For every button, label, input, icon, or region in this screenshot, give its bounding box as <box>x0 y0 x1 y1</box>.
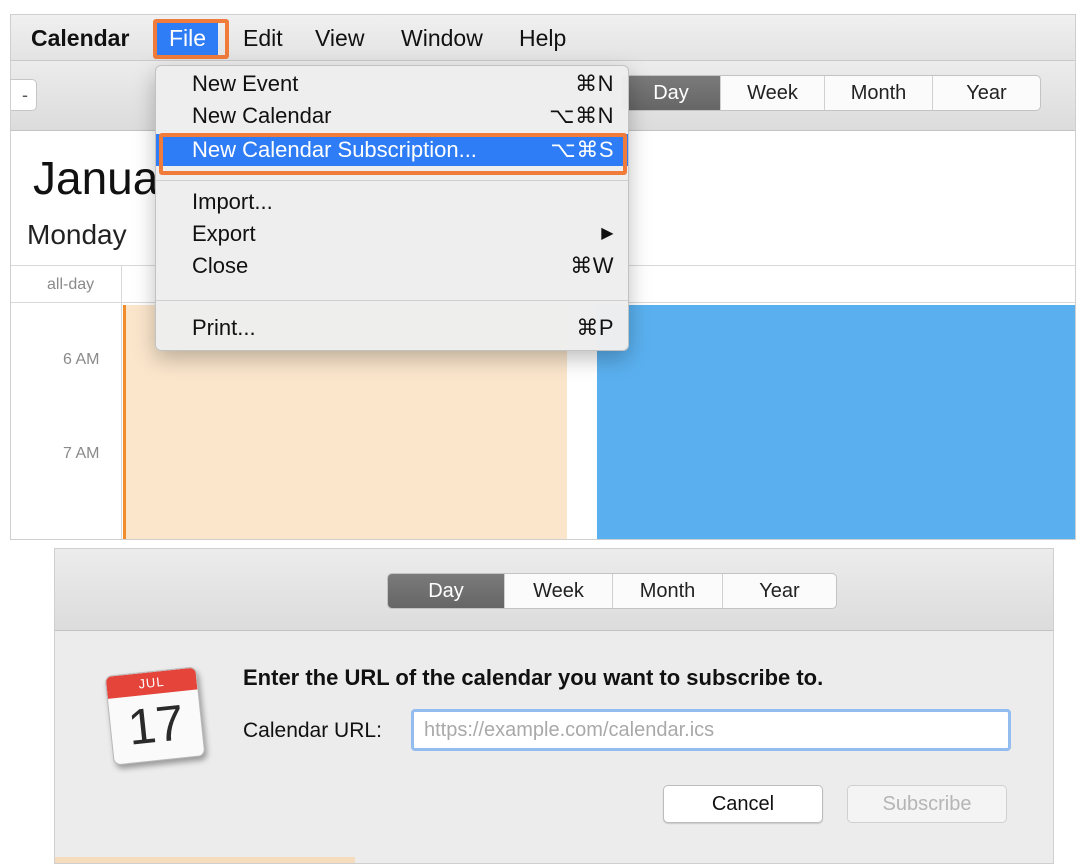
calendar-url-input[interactable] <box>411 709 1011 751</box>
annotation-highlight-subscription-item <box>159 133 627 175</box>
menu-item-new-calendar[interactable]: New Calendar ⌥⌘N <box>156 100 628 132</box>
menu-item-new-event[interactable]: New Event ⌘N <box>156 68 628 100</box>
view-year-button[interactable]: Year <box>722 574 836 608</box>
shortcut-label: ⌘N <box>575 71 614 96</box>
hour-label: 7 AM <box>63 445 100 462</box>
menu-edit[interactable]: Edit <box>243 23 283 53</box>
shortcut-label: ⌥⌘N <box>549 103 614 128</box>
calendar-app-icon: JUL 17 <box>104 666 206 766</box>
menu-item-import[interactable]: Import... <box>156 186 628 218</box>
file-menu-dropdown: New Event ⌘N New Calendar ⌥⌘N New Calend… <box>155 65 629 351</box>
subscription-dialog-screenshot: Day Week Month Year JUL 17 Enter the URL… <box>54 548 1054 864</box>
view-year-button[interactable]: Year <box>932 76 1040 110</box>
view-switcher: Day Week Month Year <box>387 573 837 609</box>
view-week-button[interactable]: Week <box>504 574 612 608</box>
menu-separator <box>156 180 628 181</box>
menu-item-close[interactable]: Close ⌘W <box>156 250 628 282</box>
menu-app-calendar[interactable]: Calendar <box>31 23 129 53</box>
calendar-window-screenshot: Calendar File Edit View Window Help - Da… <box>10 14 1076 540</box>
menu-separator <box>156 300 628 301</box>
weekday-label: Monday <box>27 219 127 250</box>
calendar-event-blue[interactable] <box>597 305 1075 539</box>
dialog-prompt: Enter the URL of the calendar you want t… <box>243 665 824 690</box>
view-week-button[interactable]: Week <box>720 76 824 110</box>
menu-view[interactable]: View <box>315 23 364 53</box>
cancel-button[interactable]: Cancel <box>663 785 823 823</box>
hour-label: 6 AM <box>63 351 100 368</box>
menu-item-export[interactable]: Export ▶ <box>156 218 628 250</box>
time-gutter-divider <box>121 265 122 539</box>
menu-item-print[interactable]: Print... ⌘P <box>156 312 628 344</box>
view-month-button[interactable]: Month <box>612 574 722 608</box>
annotation-highlight-file-menu <box>153 19 229 59</box>
view-switcher: Day Week Month Year <box>621 75 1041 111</box>
menu-help[interactable]: Help <box>519 23 566 53</box>
toolbar-stub-button[interactable]: - <box>11 79 37 111</box>
subscription-sheet: JUL 17 Enter the URL of the calendar you… <box>55 631 1053 863</box>
all-day-label: all-day <box>47 276 95 293</box>
view-day-button[interactable]: Day <box>622 76 720 110</box>
submenu-arrow-icon: ▶ <box>601 225 614 242</box>
menu-window[interactable]: Window <box>401 23 483 53</box>
calendar-url-label: Calendar URL: <box>243 719 382 742</box>
date-title: Janua <box>33 152 159 204</box>
view-month-button[interactable]: Month <box>824 76 932 110</box>
calendar-icon-paper: JUL 17 <box>104 666 206 766</box>
background-event-strip <box>55 857 355 863</box>
calendar-toolbar: Day Week Month Year <box>55 549 1053 631</box>
subscribe-button[interactable]: Subscribe <box>847 785 1007 823</box>
calendar-icon-day: 17 <box>125 694 187 756</box>
shortcut-label: ⌘P <box>576 315 614 340</box>
shortcut-label: ⌘W <box>570 253 614 278</box>
view-day-button[interactable]: Day <box>388 574 504 608</box>
